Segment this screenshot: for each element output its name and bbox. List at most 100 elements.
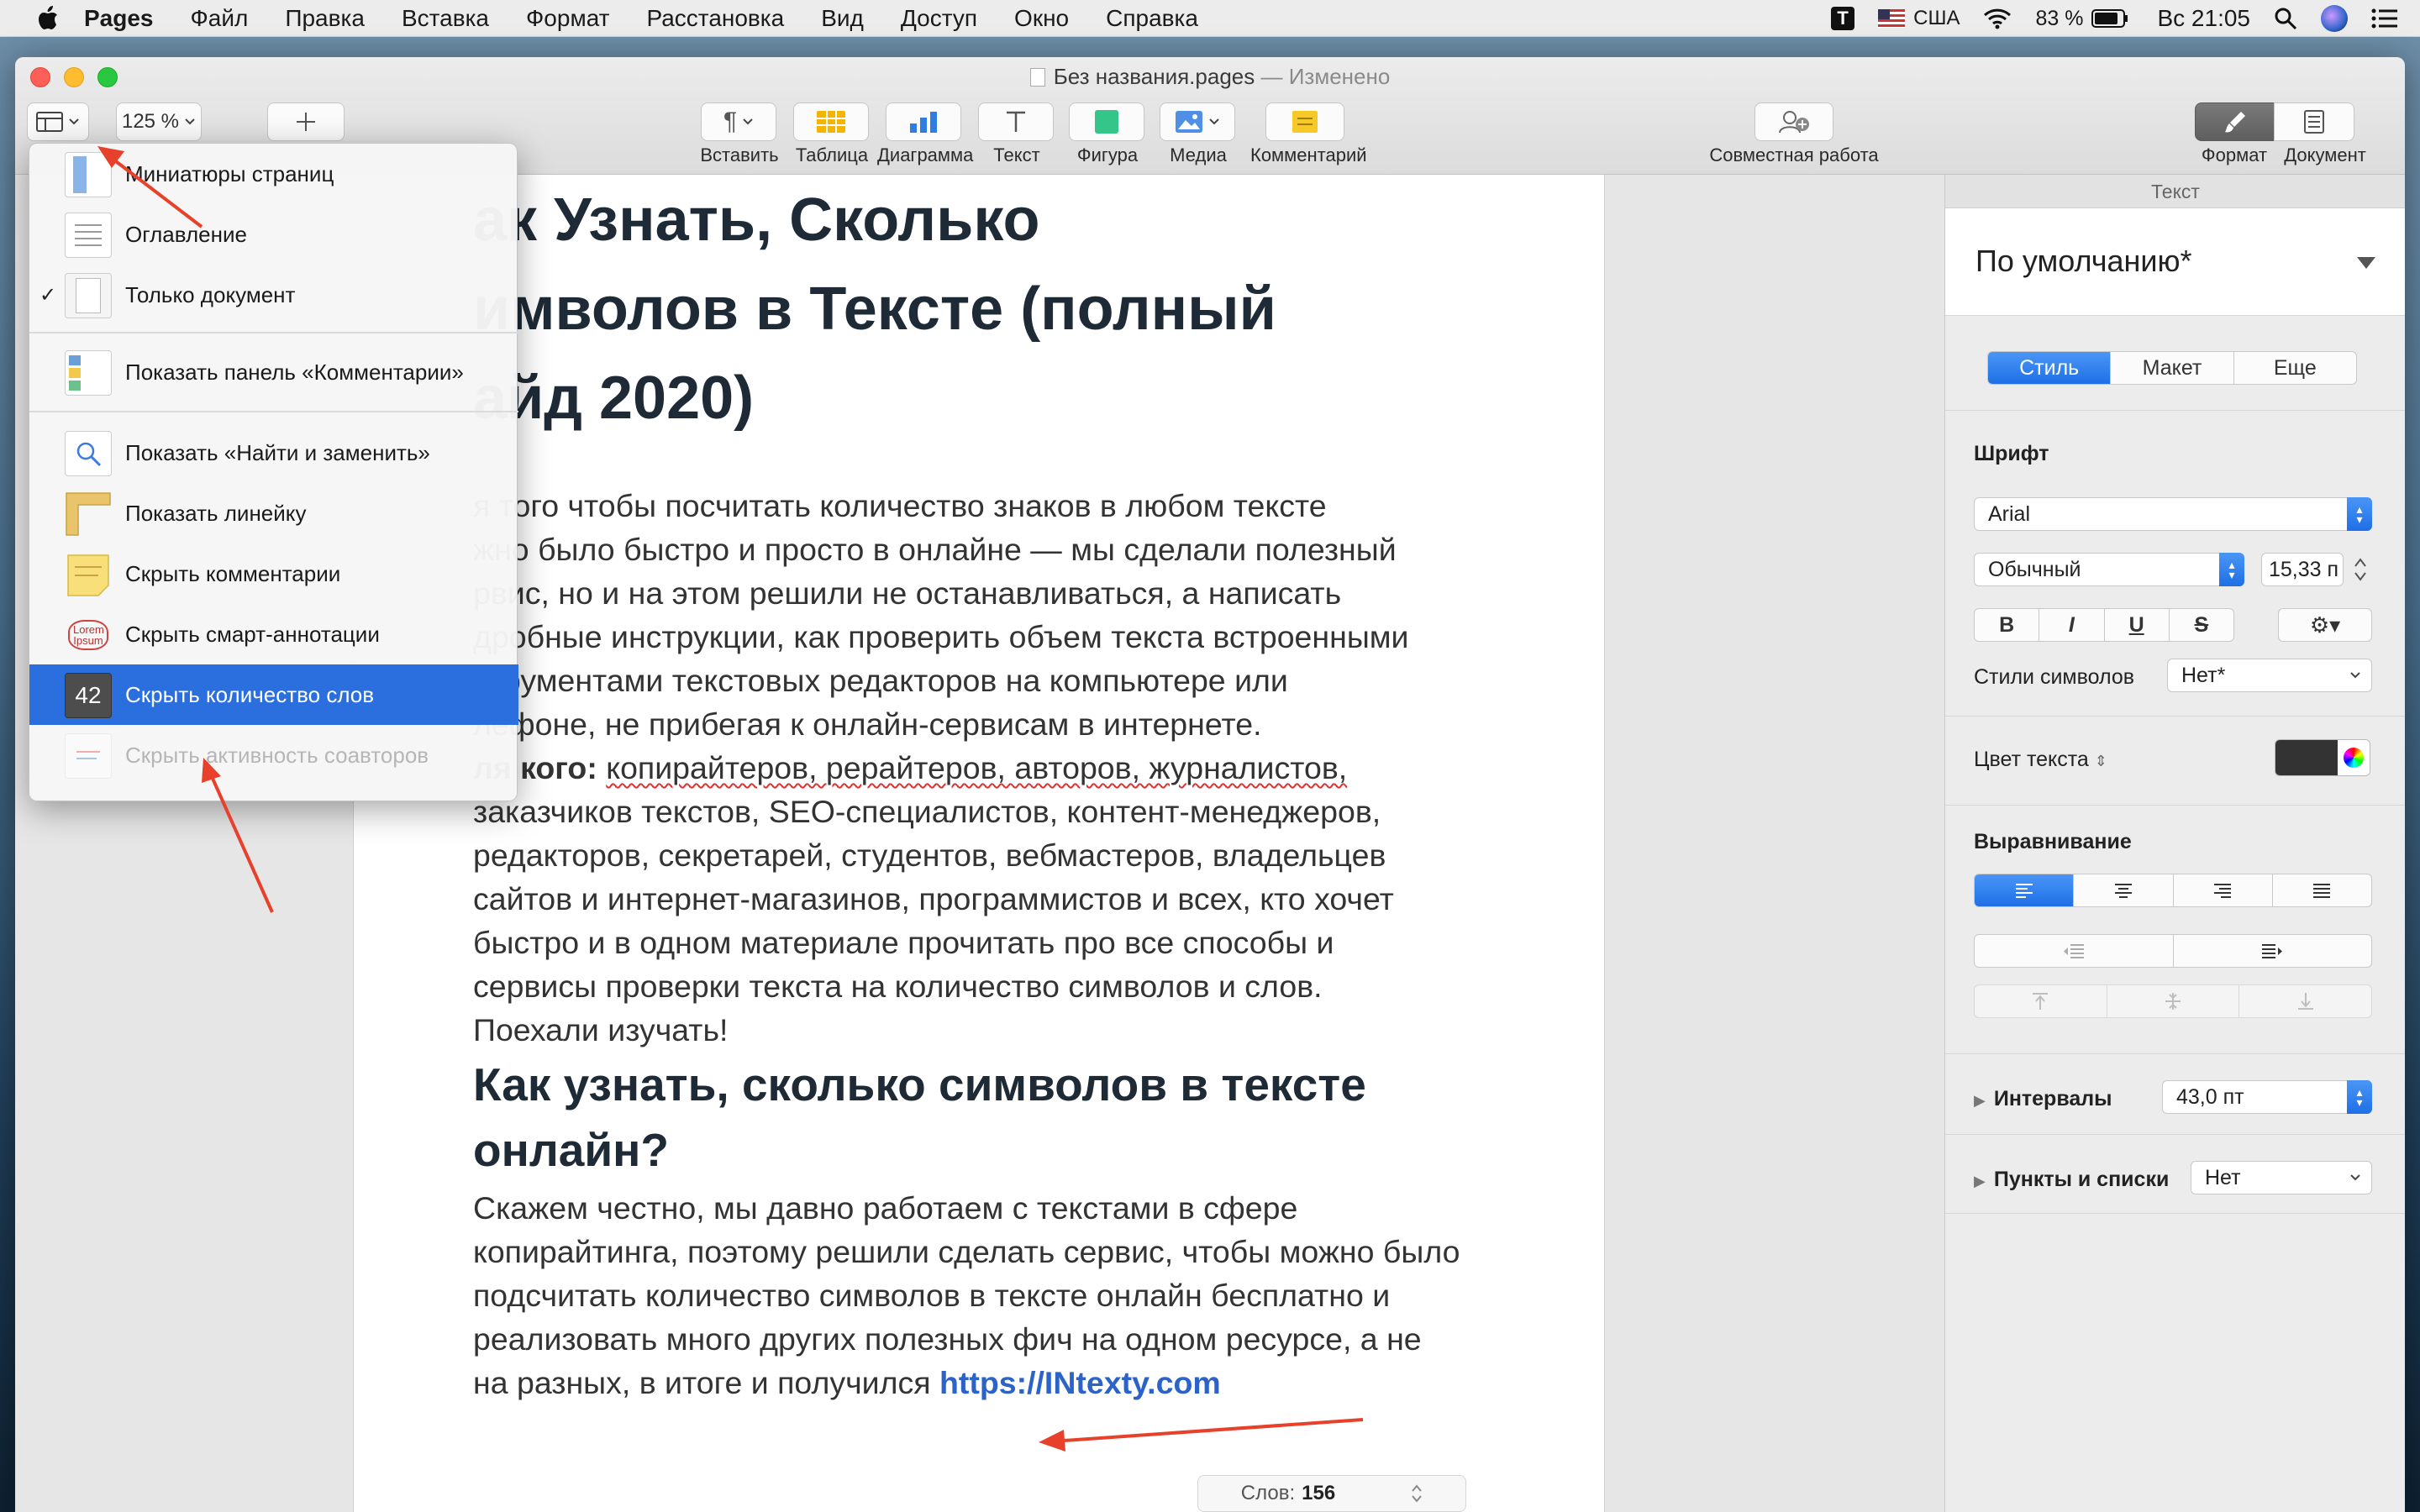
- font-size-field[interactable]: 15,33 п: [2261, 553, 2344, 586]
- notification-center-icon[interactable]: [2371, 8, 2398, 29]
- chart-label: Диаграмма: [877, 144, 974, 165]
- view-menu-button[interactable]: [27, 102, 89, 141]
- section-divider: [1945, 1134, 2405, 1135]
- font-size-stepper[interactable]: [2352, 554, 2369, 585]
- decrease-indent-button[interactable]: [1975, 935, 2174, 967]
- paragraph-style-selector[interactable]: По умолчанию*: [1945, 208, 2405, 316]
- tab-layout[interactable]: Макет: [2111, 352, 2234, 384]
- lists-select[interactable]: Нет: [2191, 1161, 2372, 1194]
- text-color-label-text: Цвет текста: [1974, 748, 2089, 771]
- add-page-button[interactable]: [267, 102, 345, 141]
- menu-share[interactable]: Доступ: [901, 5, 977, 32]
- text-box-button[interactable]: [978, 102, 1054, 141]
- menu-item-show-comments-pane[interactable]: Показать панель «Комментарии»: [29, 342, 518, 402]
- media-button[interactable]: [1160, 102, 1235, 141]
- spacing-select[interactable]: 43,0 пт ▴ ▾: [2162, 1080, 2372, 1114]
- align-middle-icon: [2165, 993, 2181, 1010]
- text-color-well[interactable]: [2275, 739, 2370, 776]
- body-last-line-text: на разных, в итоге и получился: [473, 1365, 931, 1400]
- document-page[interactable]: ак Узнать, Сколько имволов в Тексте (пол…: [353, 175, 1605, 1512]
- lists-value: Нет: [2205, 1165, 2241, 1189]
- increase-indent-button[interactable]: [2174, 935, 2372, 967]
- align-middle-button[interactable]: [2107, 985, 2240, 1017]
- align-center-icon: [2114, 884, 2132, 898]
- spotlight-icon[interactable]: [2274, 7, 2297, 30]
- menubar-clock[interactable]: Вс 21:05: [2157, 5, 2250, 32]
- comment-button[interactable]: [1265, 102, 1344, 141]
- menu-file[interactable]: Файл: [191, 5, 249, 32]
- typeface-select[interactable]: Обычный ▴ ▾: [1974, 553, 2244, 586]
- text-app-icon[interactable]: T: [1831, 7, 1855, 30]
- advanced-options-button[interactable]: ⚙︎▾: [2278, 608, 2372, 642]
- menu-item-show-ruler[interactable]: Показать линейку: [29, 483, 518, 543]
- document-body[interactable]: ак Узнать, Сколько имволов в Тексте (пол…: [354, 175, 1606, 1512]
- zoom-value: 125 %: [121, 110, 180, 133]
- italic-button[interactable]: I: [2039, 609, 2105, 641]
- chart-button[interactable]: [886, 102, 961, 141]
- lists-disclosure[interactable]: ▶ Пункты и списки: [1974, 1168, 2169, 1192]
- color-wheel-icon[interactable]: [2338, 740, 2370, 775]
- spacing-disclosure[interactable]: ▶ Интервалы: [1974, 1087, 2112, 1111]
- align-center-button[interactable]: [2074, 874, 2174, 906]
- paragraph-style-name: По умолчанию*: [1975, 244, 2192, 278]
- battery-icon[interactable]: [2091, 9, 2128, 28]
- shape-button[interactable]: [1069, 102, 1144, 141]
- image-icon: [1176, 111, 1202, 133]
- menu-view[interactable]: Вид: [821, 5, 864, 32]
- align-left-button[interactable]: [1975, 874, 2075, 906]
- menu-item-hide-smart-annotations[interactable]: Lorem Ipsum Скрыть смарт-аннотации: [29, 604, 518, 664]
- tab-style[interactable]: Стиль: [1988, 352, 2112, 384]
- text-color-label[interactable]: Цвет текста ⇕: [1974, 748, 2107, 772]
- collaborate-button[interactable]: [1754, 102, 1833, 141]
- menu-insert[interactable]: Вставка: [402, 5, 489, 32]
- align-right-button[interactable]: [2174, 874, 2273, 906]
- audience-line: сервисы проверки текста на количество си…: [473, 969, 1323, 1004]
- bold-button[interactable]: B: [1975, 609, 2040, 641]
- menu-help[interactable]: Справка: [1106, 5, 1198, 32]
- sticky-note-icon: [65, 552, 112, 597]
- char-styles-select[interactable]: Нет*: [2167, 659, 2372, 692]
- audience-line: быстро и в одном материале прочитать про…: [473, 925, 1334, 960]
- menu-arrange[interactable]: Расстановка: [646, 5, 784, 32]
- intexty-link[interactable]: https://INtexty.com: [939, 1365, 1221, 1400]
- menu-format[interactable]: Формат: [526, 5, 609, 32]
- battery-percent[interactable]: 83 %: [2035, 7, 2083, 31]
- input-source-label[interactable]: США: [1913, 7, 1960, 30]
- justify-button[interactable]: [2273, 874, 2371, 906]
- word-count-bar[interactable]: Слов: 156: [1197, 1475, 1466, 1512]
- insert-button[interactable]: ¶: [701, 102, 776, 141]
- document-panel-button[interactable]: [2274, 102, 2354, 141]
- menu-item-hide-word-count[interactable]: 42 Скрыть количество слов: [29, 664, 518, 725]
- chevron-down-icon: [2350, 672, 2360, 679]
- menu-item-document-only[interactable]: ✓ Только документ: [29, 265, 518, 325]
- menu-item-table-of-contents[interactable]: Оглавление: [29, 204, 518, 265]
- menu-item-label: Оглавление: [125, 221, 247, 247]
- tab-more[interactable]: Еще: [2234, 352, 2356, 384]
- menu-window[interactable]: Окно: [1014, 5, 1069, 32]
- up-down-arrows-icon: ⇕: [2094, 753, 2107, 769]
- stepper-arrows-icon: ▴ ▾: [2347, 497, 2372, 531]
- wifi-icon[interactable]: [1983, 8, 2012, 29]
- apple-icon[interactable]: [37, 5, 59, 31]
- menu-bar: Pages Файл Правка Вставка Формат Расстан…: [0, 0, 2420, 37]
- plus-icon: [297, 113, 315, 131]
- text-color-swatch: [2275, 740, 2338, 775]
- table-button[interactable]: [793, 102, 869, 141]
- font-family-select[interactable]: Arial ▴ ▾: [1974, 497, 2372, 531]
- audience-line: ля кого: копирайтеров, рерайтеров, автор…: [473, 746, 1347, 790]
- menu-item-hide-comments[interactable]: Скрыть комментарии: [29, 543, 518, 604]
- align-left-icon: [2015, 884, 2033, 898]
- align-bottom-button[interactable]: [2239, 985, 2371, 1017]
- siri-icon[interactable]: [2321, 5, 2348, 32]
- zoom-select[interactable]: 125 %: [116, 102, 202, 141]
- menu-app-name[interactable]: Pages: [84, 5, 154, 32]
- format-panel-button[interactable]: [2195, 102, 2275, 141]
- underline-button[interactable]: U: [2105, 609, 2170, 641]
- menu-edit[interactable]: Правка: [285, 5, 365, 32]
- menu-item-page-thumbnails[interactable]: Миниатюры страниц: [29, 144, 518, 204]
- align-top-button[interactable]: [1975, 985, 2107, 1017]
- menu-item-find-replace[interactable]: Показать «Найти и заменить»: [29, 423, 518, 483]
- strikethrough-button[interactable]: S: [2170, 609, 2233, 641]
- us-flag-icon[interactable]: [1878, 9, 1906, 28]
- menu-item-label: Скрыть комментарии: [125, 560, 341, 586]
